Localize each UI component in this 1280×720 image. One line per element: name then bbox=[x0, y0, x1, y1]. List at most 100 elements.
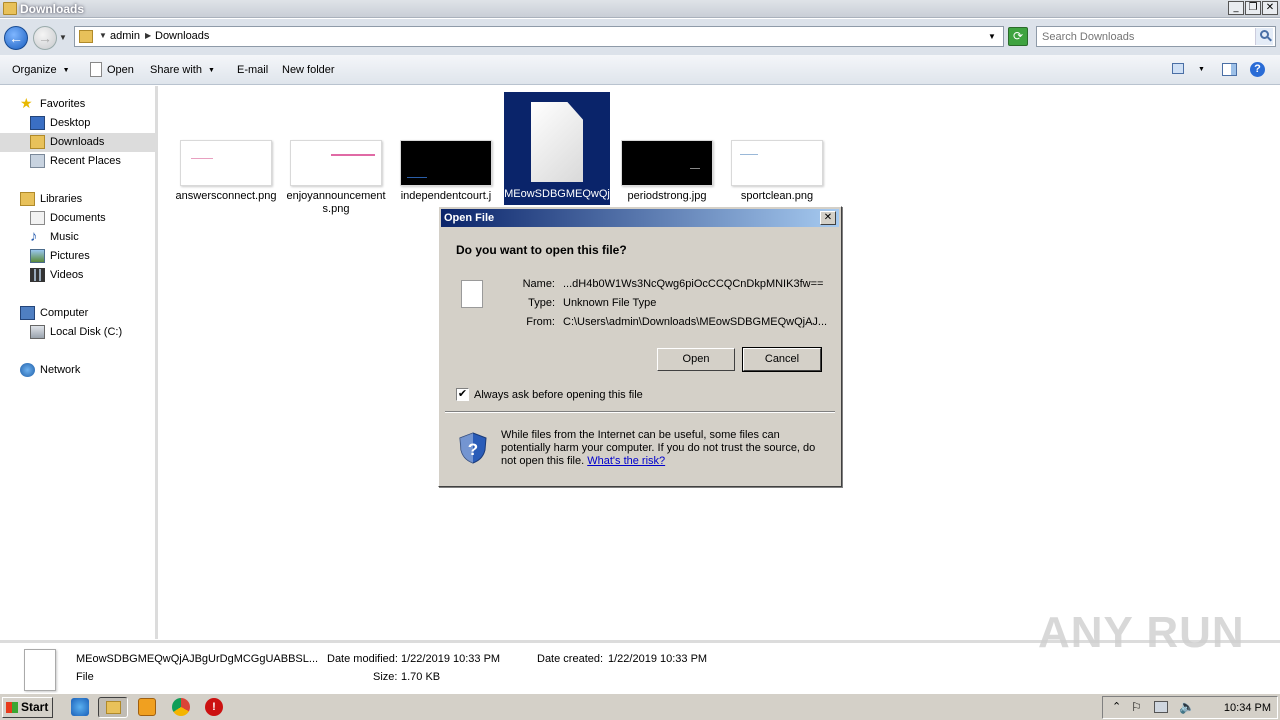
from-label: From: bbox=[526, 316, 555, 328]
nav-documents[interactable]: Documents bbox=[0, 209, 156, 228]
file-name: MEowSDBGMEQwQj bbox=[504, 188, 610, 200]
address-dropdown-icon[interactable]: ▼ bbox=[988, 32, 996, 41]
file-item[interactable]: sportclean.png bbox=[724, 140, 830, 203]
nav-network[interactable]: Network bbox=[0, 361, 156, 380]
clock[interactable]: 10:34 PM bbox=[1224, 702, 1271, 714]
size-label: Size: bbox=[373, 671, 398, 683]
dialog-close-button[interactable]: ✕ bbox=[820, 211, 836, 225]
nav-local-disk[interactable]: Local Disk (C:) bbox=[0, 323, 156, 342]
nav-pictures[interactable]: Pictures bbox=[0, 247, 156, 266]
history-dropdown-icon[interactable]: ▼ bbox=[59, 33, 67, 42]
media-player-icon[interactable] bbox=[138, 698, 156, 716]
nav-recent-places[interactable]: Recent Places bbox=[0, 152, 156, 171]
whats-the-risk-link[interactable]: What's the risk? bbox=[587, 455, 665, 467]
nav-pictures-label: Pictures bbox=[50, 250, 90, 262]
drive-icon bbox=[30, 325, 45, 339]
window-title: Downloads bbox=[20, 2, 85, 16]
name-value: ...dH4b0W1Ws3NcQwg6piOcCCQCnDkpMNIK3fw== bbox=[563, 278, 824, 290]
organize-label: Organize bbox=[12, 64, 57, 76]
details-filetype: File bbox=[76, 671, 94, 683]
dialog-separator bbox=[445, 411, 835, 413]
internet-explorer-icon[interactable] bbox=[71, 698, 89, 716]
file-item[interactable]: independentcourt.j bbox=[393, 140, 499, 203]
file-name: independentcourt.j bbox=[400, 190, 492, 202]
always-ask-checkbox[interactable]: ✔ bbox=[456, 388, 469, 401]
flag-icon[interactable]: ⚐ bbox=[1131, 700, 1142, 714]
document-icon bbox=[461, 280, 483, 308]
date-modified-label: Date modified: bbox=[327, 653, 398, 665]
cancel-button[interactable]: Cancel bbox=[742, 347, 822, 372]
share-with-menu[interactable]: Share with ▼ bbox=[150, 64, 215, 76]
nav-favorites[interactable]: ★ Favorites bbox=[0, 95, 156, 114]
image-thumbnail bbox=[180, 140, 272, 186]
forward-button[interactable]: → bbox=[33, 26, 57, 50]
image-thumbnail bbox=[400, 140, 492, 186]
start-button[interactable]: Start bbox=[2, 697, 53, 718]
share-with-label: Share with bbox=[150, 64, 202, 76]
nav-recent-places-label: Recent Places bbox=[50, 155, 121, 167]
dialog-question: Do you want to open this file? bbox=[456, 243, 627, 257]
show-hidden-icons-icon[interactable]: ⌃ bbox=[1112, 700, 1121, 713]
details-filename: MEowSDBGMEQwQjAJBgUrDgMCGgUABBSL... bbox=[76, 653, 319, 665]
chrome-icon[interactable] bbox=[172, 698, 190, 716]
type-value: Unknown File Type bbox=[563, 297, 657, 309]
open-button[interactable]: Open bbox=[107, 64, 134, 76]
file-name: periodstrong.jpg bbox=[627, 190, 707, 202]
dialog-title: Open File bbox=[444, 212, 495, 224]
libraries-icon bbox=[20, 192, 35, 206]
document-icon bbox=[24, 649, 56, 691]
search-icon[interactable] bbox=[1255, 28, 1273, 45]
email-button[interactable]: E-mail bbox=[237, 64, 268, 76]
file-item[interactable]: enjoyannouncements.png bbox=[283, 140, 389, 216]
view-dropdown-icon[interactable]: ▼ bbox=[1198, 66, 1205, 73]
nav-music[interactable]: ♪ Music bbox=[0, 228, 156, 247]
shield-icon: ? bbox=[459, 432, 487, 464]
command-bar: Organize ▼ Open Share with ▼ E-mail New fo… bbox=[0, 55, 1280, 85]
organize-menu[interactable]: Organize ▼ bbox=[12, 64, 70, 76]
open-button[interactable]: Open bbox=[657, 348, 735, 371]
explorer-taskbar-button[interactable] bbox=[98, 697, 128, 718]
network-tray-icon[interactable] bbox=[1154, 701, 1168, 713]
change-view-icon[interactable] bbox=[1172, 63, 1184, 74]
refresh-button[interactable]: ⟳ bbox=[1008, 27, 1028, 46]
nav-libraries[interactable]: Libraries bbox=[0, 190, 156, 209]
search-input[interactable] bbox=[1037, 27, 1247, 46]
windows-logo-icon bbox=[6, 702, 18, 713]
taskbar: Start ! ⌃ ⚐ 🔈 10:34 PM bbox=[0, 693, 1280, 720]
address-row: ← → ▼ ▼ admin ▶ Downloads ▼ ⟳ bbox=[0, 19, 1280, 55]
nav-videos[interactable]: Videos bbox=[0, 266, 156, 285]
folder-icon bbox=[3, 2, 17, 15]
desktop-icon bbox=[30, 116, 45, 130]
nav-desktop-label: Desktop bbox=[50, 117, 91, 129]
chevron-right-icon[interactable]: ▶ bbox=[145, 31, 151, 40]
restore-button[interactable]: ❐ bbox=[1245, 1, 1261, 15]
volume-icon[interactable]: 🔈 bbox=[1179, 699, 1195, 715]
file-item[interactable]: answersconnect.png bbox=[173, 140, 279, 203]
new-folder-button[interactable]: New folder bbox=[282, 64, 335, 76]
opera-icon[interactable]: ! bbox=[205, 698, 223, 716]
title-bar: Downloads _ ❐ ✕ bbox=[0, 0, 1280, 18]
navigation-pane: ★ Favorites Desktop Downloads Recent Pla… bbox=[0, 86, 158, 639]
file-item-selected[interactable]: MEowSDBGMEQwQj bbox=[504, 92, 610, 205]
breadcrumb-downloads[interactable]: Downloads bbox=[155, 30, 209, 42]
nav-desktop[interactable]: Desktop bbox=[0, 114, 156, 133]
breadcrumb-admin[interactable]: admin bbox=[110, 30, 140, 42]
file-item[interactable]: periodstrong.jpg bbox=[614, 140, 720, 203]
close-button[interactable]: ✕ bbox=[1262, 1, 1278, 15]
nav-computer[interactable]: Computer bbox=[0, 304, 156, 323]
document-icon bbox=[525, 100, 589, 184]
back-button[interactable]: ← bbox=[4, 26, 28, 50]
type-label: Type: bbox=[528, 297, 555, 309]
computer-icon bbox=[20, 306, 35, 320]
address-bar[interactable]: ▼ admin ▶ Downloads bbox=[74, 26, 1004, 47]
help-icon[interactable]: ? bbox=[1250, 62, 1265, 77]
nav-documents-label: Documents bbox=[50, 212, 106, 224]
nav-downloads[interactable]: Downloads bbox=[0, 133, 156, 152]
documents-icon bbox=[30, 211, 45, 225]
preview-pane-icon[interactable] bbox=[1222, 63, 1237, 76]
star-icon: ★ bbox=[20, 95, 33, 111]
search-box[interactable] bbox=[1036, 26, 1276, 47]
chevron-right-icon[interactable]: ▼ bbox=[99, 31, 107, 40]
document-icon bbox=[90, 62, 102, 77]
minimize-button[interactable]: _ bbox=[1228, 1, 1244, 15]
